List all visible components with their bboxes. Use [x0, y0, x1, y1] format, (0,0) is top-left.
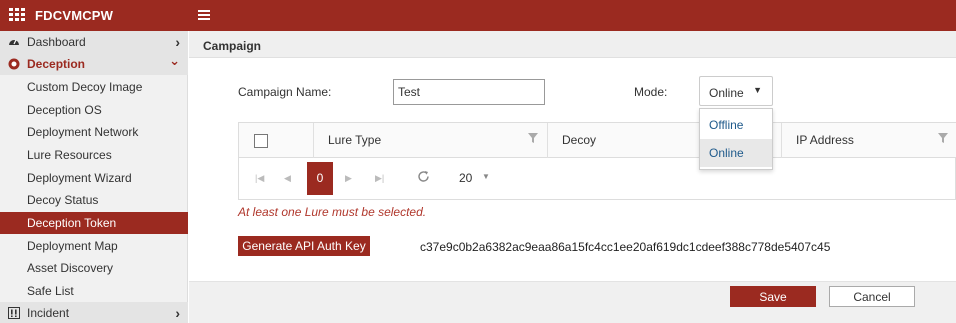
chevron-down-icon: ⌄	[169, 53, 180, 68]
sidebar-item-label: Dashboard	[27, 35, 86, 49]
sidebar-item-deployment-map[interactable]: Deployment Map	[0, 235, 188, 257]
next-page-icon[interactable]: ▶	[345, 173, 352, 184]
app-title: FDCVMCPW	[35, 8, 114, 23]
form-footer: Save Cancel	[189, 281, 956, 323]
incident-icon	[8, 307, 20, 319]
mode-dropdown: Offline Online	[699, 108, 773, 170]
main-panel: Campaign Campaign Name: Mode: Online ▼ O…	[189, 31, 956, 323]
column-header-label: Decoy	[562, 133, 597, 147]
menu-toggle-icon[interactable]	[198, 10, 210, 20]
sidebar-item-label: Safe List	[27, 284, 74, 298]
mode-option-offline[interactable]: Offline	[700, 111, 772, 139]
first-page-icon[interactable]: |◀	[255, 173, 264, 184]
sidebar-item-asset-discovery[interactable]: Asset Discovery	[0, 257, 188, 279]
dashboard-icon	[9, 39, 19, 45]
save-button[interactable]: Save	[730, 286, 816, 307]
refresh-icon[interactable]	[417, 170, 430, 183]
chevron-right-icon: ›	[175, 305, 180, 321]
sidebar-item-label: Incident	[27, 306, 70, 320]
sidebar-item-deployment-wizard[interactable]: Deployment Wizard	[0, 167, 188, 189]
sidebar-item-label: Deployment Map	[27, 239, 118, 253]
sidebar-item-deception[interactable]: Deception ⌄	[0, 53, 188, 75]
sidebar-item-safe-list[interactable]: Safe List	[0, 280, 188, 302]
sidebar-item-label: Lure Resources	[27, 148, 112, 162]
top-bar: FDCVMCPW	[0, 0, 956, 31]
sidebar-item-label: Deception Token	[27, 216, 117, 230]
page-size-select[interactable]: 20	[459, 171, 472, 185]
filter-icon[interactable]	[938, 133, 948, 143]
api-auth-key-value: c37e9c0b2a6382ac9eaa86a15fc4cc1ee20af619…	[420, 240, 831, 254]
deception-icon	[8, 58, 20, 70]
sidebar-item-deception-os[interactable]: Deception OS	[0, 99, 188, 121]
current-page-button[interactable]: 0	[307, 162, 333, 195]
sidebar-item-decoy-status[interactable]: Decoy Status	[0, 189, 188, 211]
last-page-icon[interactable]: ▶|	[375, 173, 384, 184]
grid-header: Lure Type Decoy IP Address	[239, 123, 956, 158]
page-title: Campaign	[203, 39, 262, 53]
caret-down-icon[interactable]: ▼	[482, 172, 490, 181]
mode-label: Mode:	[634, 85, 668, 99]
mode-option-online[interactable]: Online	[700, 139, 772, 167]
sidebar-item-deception-token[interactable]: Deception Token	[0, 212, 188, 234]
column-ip-address[interactable]: IP Address	[781, 123, 956, 158]
campaign-name-input[interactable]	[393, 79, 545, 105]
grid-pager: |◀ ◀ 0 ▶ ▶| 20 ▼	[239, 159, 956, 199]
mode-select[interactable]: Online ▼	[699, 76, 773, 106]
generate-api-key-button[interactable]: Generate API Auth Key	[238, 236, 370, 256]
mode-select-value: Online	[709, 86, 744, 100]
app-logo-icon	[9, 8, 25, 22]
sidebar-item-label: Decoy Status	[27, 193, 99, 207]
lure-grid: Lure Type Decoy IP Address |◀ ◀ 0 ▶ ▶| 2…	[238, 122, 956, 200]
section-header: Campaign	[189, 31, 956, 58]
caret-down-icon: ▼	[753, 85, 762, 95]
sidebar-item-label: Asset Discovery	[27, 261, 114, 275]
column-lure-type[interactable]: Lure Type	[313, 123, 547, 158]
campaign-name-label: Campaign Name:	[238, 85, 332, 99]
filter-icon[interactable]	[528, 133, 538, 143]
sidebar-item-label: Deployment Network	[27, 125, 139, 139]
sidebar-item-dashboard[interactable]: Dashboard ›	[0, 31, 188, 53]
select-all-checkbox[interactable]	[254, 134, 268, 148]
sidebar-item-deployment-network[interactable]: Deployment Network	[0, 121, 188, 143]
select-all-column	[239, 123, 313, 158]
validation-error: At least one Lure must be selected.	[238, 205, 427, 219]
sidebar: Dashboard › Deception ⌄ Custom Decoy Ima…	[0, 31, 188, 323]
sidebar-item-label: Deception	[27, 57, 86, 71]
sidebar-item-custom-decoy-image[interactable]: Custom Decoy Image	[0, 76, 188, 98]
column-header-label: IP Address	[796, 133, 854, 147]
sidebar-item-incident[interactable]: Incident ›	[0, 302, 188, 323]
sidebar-item-lure-resources[interactable]: Lure Resources	[0, 144, 188, 166]
sidebar-item-label: Custom Decoy Image	[27, 80, 143, 94]
sidebar-item-label: Deception OS	[27, 103, 102, 117]
column-header-label: Lure Type	[328, 133, 382, 147]
sidebar-item-label: Deployment Wizard	[27, 171, 132, 185]
cancel-button[interactable]: Cancel	[829, 286, 915, 307]
previous-page-icon[interactable]: ◀	[284, 173, 291, 184]
